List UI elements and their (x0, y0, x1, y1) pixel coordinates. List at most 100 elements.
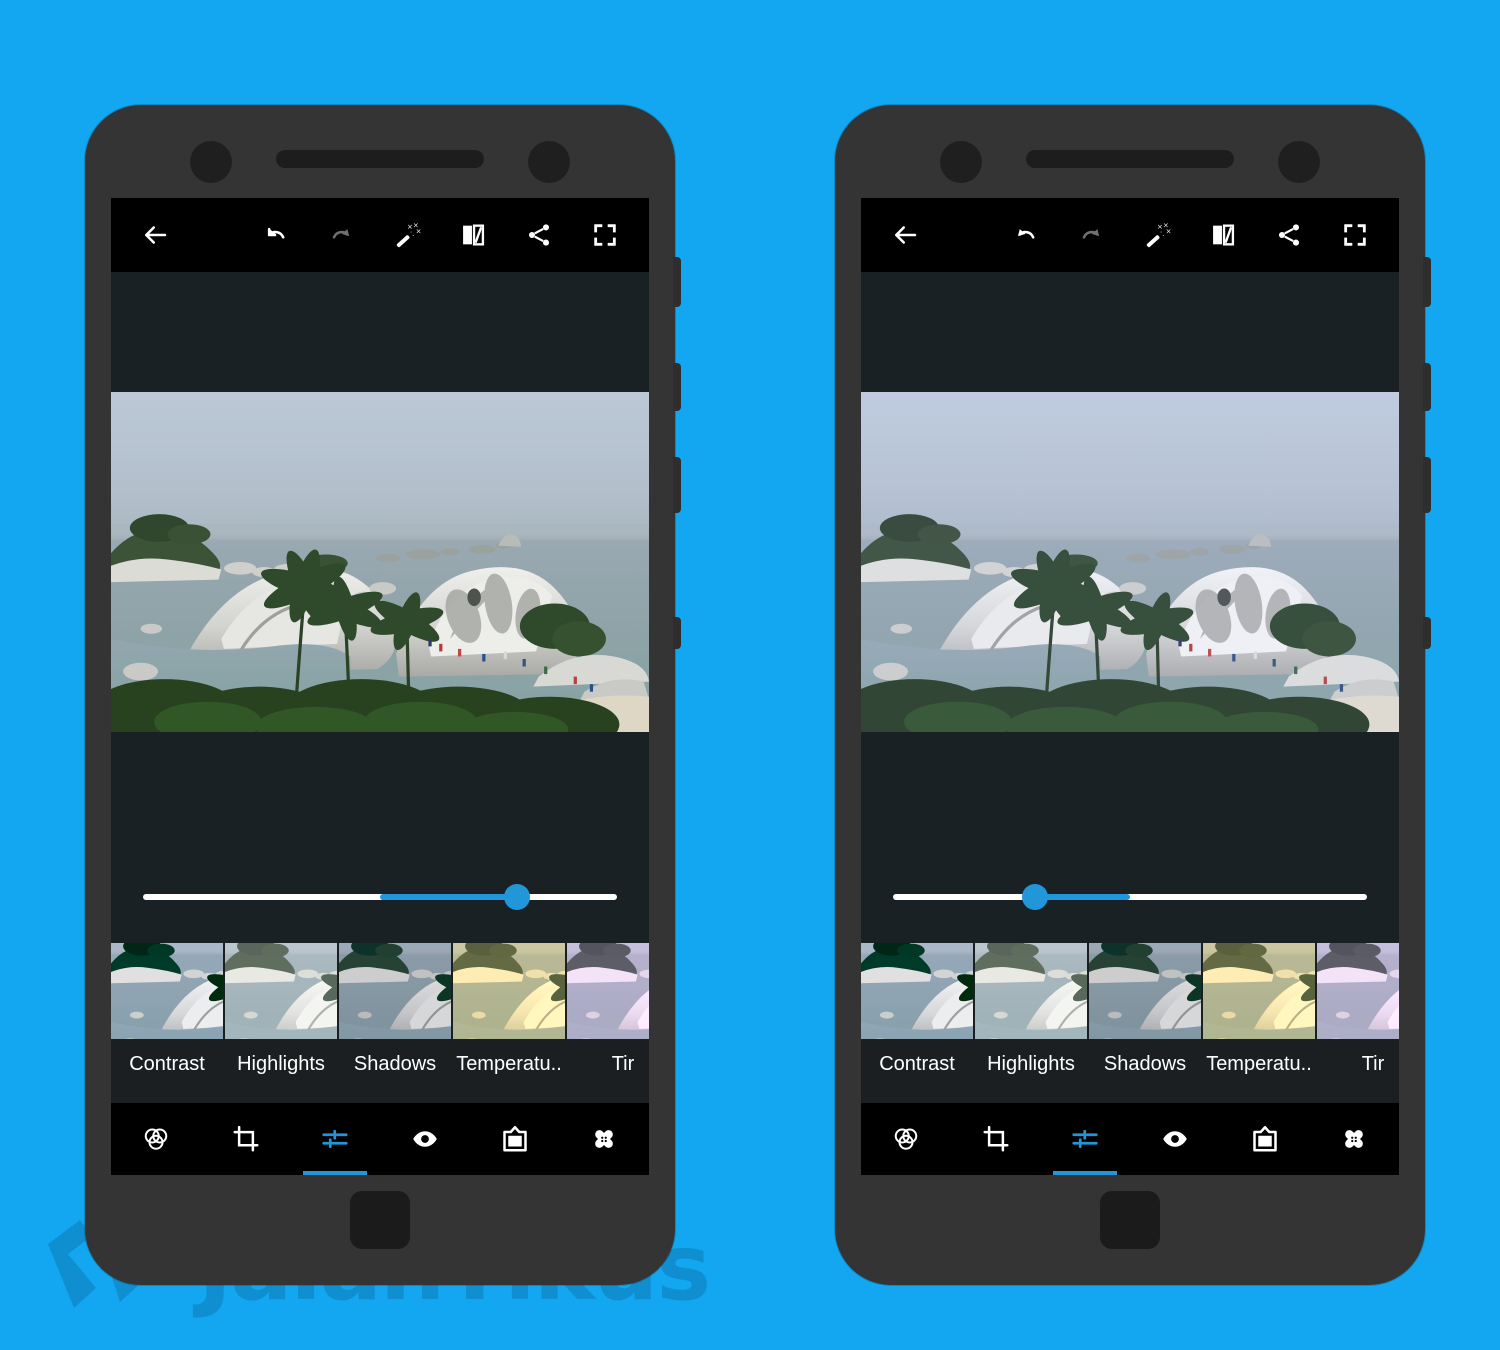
svg-text:·: · (1162, 232, 1164, 240)
earpiece-speaker (276, 150, 484, 168)
side-button-volume-down[interactable] (1423, 457, 1431, 513)
filter-shadows[interactable]: Shadows (339, 943, 451, 1103)
filter-highlights[interactable]: Highlights (975, 943, 1087, 1103)
side-button-volume-up[interactable] (673, 363, 681, 411)
side-button-power[interactable] (673, 257, 681, 307)
filter-thumbnail-strip[interactable]: Contrast Highlights Shadows Temperatu.. … (111, 943, 649, 1103)
filter-label: Highlights (237, 1053, 325, 1075)
filter-shadows[interactable]: Shadows (1089, 943, 1201, 1103)
adjust-slider[interactable] (893, 884, 1367, 910)
healing-patch-icon (1345, 1130, 1364, 1148)
compare-split-icon (1213, 224, 1235, 246)
redo-icon (1082, 229, 1100, 239)
app-screen-right: × × × · · Contrast Highlights Shadows Te… (861, 198, 1399, 1175)
phone-device-right: × × × · · Contrast Highlights Shadows Te… (835, 105, 1431, 1285)
expand-icon (594, 224, 616, 246)
nav-healing[interactable] (1309, 1103, 1399, 1175)
back-button[interactable] (135, 215, 175, 255)
back-arrow-icon (895, 226, 917, 244)
auto-enhance-button[interactable]: × × × · · (387, 215, 427, 255)
crop-icon (233, 1125, 258, 1152)
looks-circles-icon (894, 1128, 918, 1150)
edited-photo (111, 391, 649, 732)
filter-thumbnail-strip[interactable]: Contrast Highlights Shadows Temperatu.. … (861, 943, 1399, 1103)
phone-device-left: × × × · · Contrast Highlights Shadows Te… (85, 105, 681, 1285)
filter-tint[interactable]: Tir (567, 943, 649, 1103)
fullscreen-button[interactable] (585, 215, 625, 255)
bottom-navigation (861, 1103, 1399, 1175)
share-button[interactable] (519, 215, 559, 255)
filter-temperature[interactable]: Temperatu.. (1203, 943, 1315, 1103)
tune-sliders-icon (322, 1129, 348, 1149)
nav-looks[interactable] (861, 1103, 951, 1175)
front-camera-icon (190, 141, 232, 183)
filter-thumb-image (339, 943, 451, 1039)
undo-button[interactable] (1005, 215, 1045, 255)
nav-healing[interactable] (559, 1103, 649, 1175)
filter-label: Tir (611, 1053, 635, 1075)
filter-tint[interactable]: Tir (1317, 943, 1399, 1103)
side-button-power[interactable] (1423, 257, 1431, 307)
slider-fill (1035, 894, 1130, 900)
eye-icon (413, 1131, 437, 1147)
compare-button[interactable] (1203, 215, 1243, 255)
svg-text:×: × (416, 227, 421, 235)
nav-details[interactable] (380, 1103, 470, 1175)
bottom-navigation (111, 1103, 649, 1175)
magic-wand-icon: × × ×· · (396, 222, 421, 248)
filter-thumb-image (975, 943, 1087, 1039)
side-button-volume-down[interactable] (673, 457, 681, 513)
share-button[interactable] (1269, 215, 1309, 255)
adjust-slider[interactable] (143, 884, 617, 910)
adjust-slider-row (111, 851, 649, 943)
nav-details[interactable] (1130, 1103, 1220, 1175)
fullscreen-button[interactable] (1335, 215, 1375, 255)
expand-icon (1344, 224, 1366, 246)
side-button-volume-up[interactable] (1423, 363, 1431, 411)
filter-thumb-image (225, 943, 337, 1039)
nav-crop[interactable] (951, 1103, 1041, 1175)
redo-button[interactable] (1071, 215, 1111, 255)
undo-button[interactable] (255, 215, 295, 255)
redo-button[interactable] (321, 215, 361, 255)
filter-thumb-image (567, 943, 649, 1039)
filter-temperature[interactable]: Temperatu.. (453, 943, 565, 1103)
filter-label: Temperatu.. (456, 1053, 562, 1075)
proximity-sensor-icon (528, 141, 570, 183)
redo-icon (332, 229, 350, 239)
compare-button[interactable] (453, 215, 493, 255)
filter-contrast[interactable]: Contrast (861, 943, 973, 1103)
filter-contrast[interactable]: Contrast (111, 943, 223, 1103)
healing-patch-icon (595, 1130, 614, 1148)
filter-label: Shadows (353, 1053, 437, 1075)
nav-frames[interactable] (1220, 1103, 1310, 1175)
share-icon (1278, 224, 1300, 246)
back-button[interactable] (885, 215, 925, 255)
auto-enhance-button[interactable]: × × × · · (1137, 215, 1177, 255)
front-camera-icon (940, 141, 982, 183)
home-button[interactable] (1100, 1191, 1160, 1249)
nav-looks[interactable] (111, 1103, 201, 1175)
side-button-extra[interactable] (1423, 617, 1431, 649)
frame-icon (1252, 1126, 1277, 1152)
filter-highlights[interactable]: Highlights (225, 943, 337, 1103)
photo-canvas[interactable] (861, 272, 1399, 851)
adjust-slider-row (861, 851, 1399, 943)
nav-crop[interactable] (201, 1103, 291, 1175)
nav-frames[interactable] (470, 1103, 560, 1175)
slider-thumb[interactable] (1022, 884, 1049, 910)
home-button[interactable] (350, 1191, 410, 1249)
filter-thumb-image-selected (453, 943, 565, 1039)
slider-thumb[interactable] (504, 884, 531, 910)
undo-icon (1018, 229, 1035, 239)
nav-tune[interactable] (290, 1103, 380, 1175)
side-button-extra[interactable] (673, 617, 681, 649)
photo-canvas[interactable] (111, 272, 649, 851)
filter-label: Contrast (129, 1053, 205, 1075)
eye-icon (1163, 1131, 1187, 1147)
svg-text:·: · (412, 232, 414, 240)
filter-thumb-image (1089, 943, 1201, 1039)
frame-icon (502, 1126, 527, 1152)
nav-tune[interactable] (1040, 1103, 1130, 1175)
filter-label: Temperatu.. (1206, 1053, 1312, 1075)
